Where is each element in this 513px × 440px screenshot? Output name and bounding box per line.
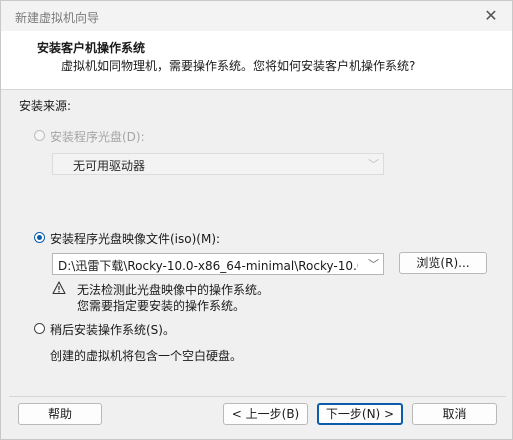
page-description: 虚拟机如同物理机，需要操作系统。您将如何安装客户机操作系统? [61, 59, 416, 73]
warning-line-1: 无法检测此光盘映像中的操作系统。 [77, 283, 270, 297]
iso-path-combobox[interactable]: D:\迅雷下载\Rocky-10.0-x86_64-minimal\Rocky-… [52, 253, 384, 275]
footer-divider [9, 396, 506, 397]
chevron-down-icon: ﹀ [368, 158, 379, 171]
close-icon[interactable]: ✕ [480, 6, 502, 26]
disc-drive-value: 无可用驱动器 [73, 159, 146, 173]
chevron-down-icon[interactable]: ﹀ [368, 256, 379, 272]
help-button[interactable]: 帮助 [18, 403, 102, 425]
iso-path-value: D:\迅雷下载\Rocky-10.0-x86_64-minimal\Rocky-… [58, 259, 358, 273]
disc-drive-dropdown[interactable]: 无可用驱动器 ﹀ [52, 153, 384, 175]
cancel-button[interactable]: 取消 [412, 403, 497, 425]
installer-disc-radio[interactable] [34, 130, 45, 141]
installer-disc-label: 安装程序光盘(D): [50, 130, 145, 144]
install-later-label: 稍后安装操作系统(S)。 [50, 323, 175, 337]
new-vm-wizard-dialog: 新建虚拟机向导 ✕ 安装客户机操作系统 虚拟机如同物理机，需要操作系统。您将如何… [0, 0, 513, 440]
warning-line-2: 您需要指定要安装的操作系统。 [77, 299, 246, 313]
back-button[interactable]: < 上一步(B) [223, 403, 308, 425]
window-title: 新建虚拟机向导 [15, 11, 100, 25]
warning-icon [52, 281, 66, 295]
iso-image-label: 安装程序光盘映像文件(iso)(M): [50, 232, 221, 246]
install-source-label: 安装来源: [19, 99, 72, 113]
page-title: 安装客户机操作系统 [37, 41, 146, 55]
install-later-radio[interactable] [34, 323, 45, 334]
wizard-header: 安装客户机操作系统 虚拟机如同物理机，需要操作系统。您将如何安装客户机操作系统? [1, 31, 512, 90]
iso-image-radio[interactable] [34, 232, 45, 243]
title-bar: 新建虚拟机向导 ✕ [1, 1, 512, 31]
next-button[interactable]: 下一步(N) > [317, 403, 403, 425]
browse-button[interactable]: 浏览(R)... [399, 252, 487, 274]
install-later-description: 创建的虚拟机将包含一个空白硬盘。 [50, 349, 243, 363]
